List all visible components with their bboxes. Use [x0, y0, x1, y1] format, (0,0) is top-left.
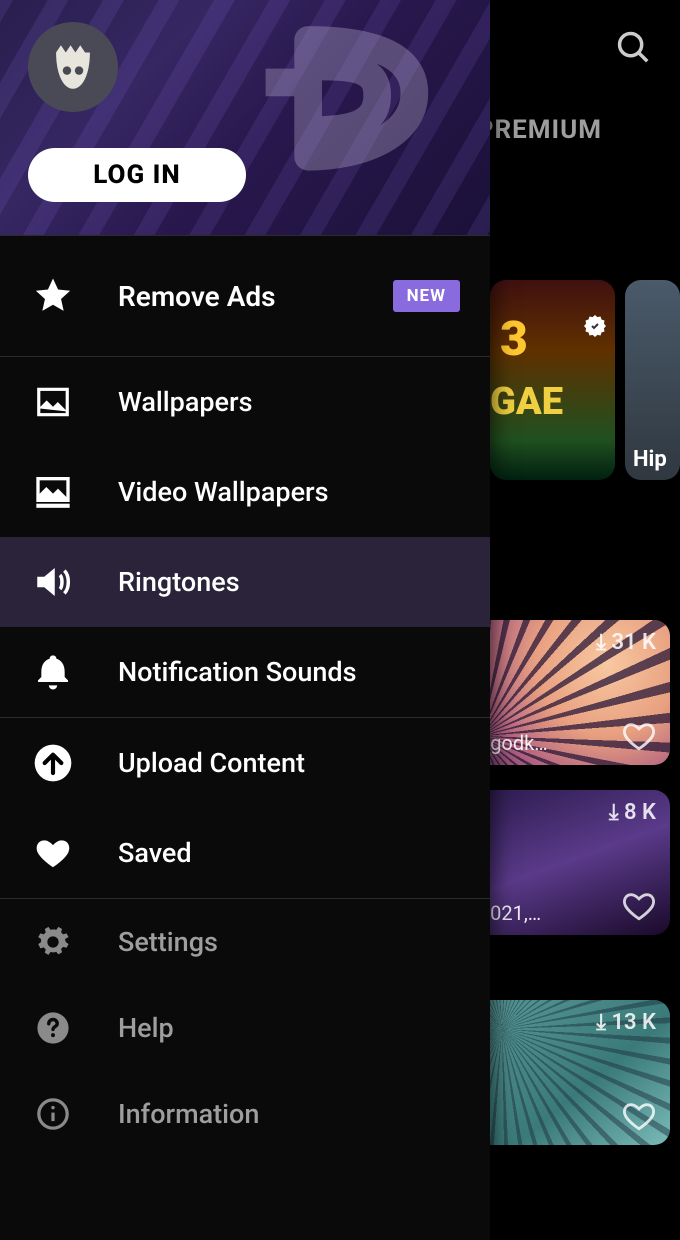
menu-label: Video Wallpapers [118, 476, 328, 508]
menu-label: Remove Ads [118, 280, 276, 313]
wallpaper-tile[interactable]: ⤓ 31 K yagodk… [460, 620, 670, 765]
image-icon [30, 379, 76, 425]
menu-information[interactable]: Information [0, 1071, 490, 1157]
menu-video-wallpapers[interactable]: Video Wallpapers [0, 447, 490, 537]
app-root: PREMIUM 3 GAE Hip ⤓ 31 K yagodk… ⤓ 8 K ,… [0, 0, 680, 1240]
menu-label: Saved [118, 837, 192, 869]
download-count: ⤓ 31 K [596, 630, 656, 655]
star-icon [30, 273, 76, 319]
menu-settings[interactable]: Settings [0, 899, 490, 985]
wallpaper-tile[interactable]: ⤓ 13 K [460, 1000, 670, 1145]
search-icon[interactable] [614, 28, 652, 66]
heart-icon[interactable] [622, 1099, 656, 1133]
login-button[interactable]: LOG IN [28, 148, 246, 202]
avatar[interactable] [28, 22, 118, 112]
genre-tile-reggae[interactable]: 3 GAE [490, 280, 615, 480]
menu-label: Settings [118, 926, 218, 958]
tile-text: GAE [490, 380, 563, 424]
menu-label: Upload Content [118, 747, 305, 779]
tile-text: 3 [500, 310, 528, 367]
speaker-icon [30, 559, 76, 605]
menu-upload-content[interactable]: Upload Content [0, 718, 490, 808]
menu-remove-ads[interactable]: Remove Ads NEW [0, 236, 490, 356]
gear-icon [30, 919, 76, 965]
menu-label: Ringtones [118, 566, 240, 598]
help-icon [30, 1005, 76, 1051]
menu-label: Wallpapers [118, 386, 252, 418]
heart-icon [30, 830, 76, 876]
app-logo [230, 8, 450, 178]
verified-icon [583, 314, 607, 338]
menu-saved[interactable]: Saved [0, 808, 490, 898]
info-icon [30, 1091, 76, 1137]
menu-ringtones[interactable]: Ringtones [0, 537, 490, 627]
menu-label: Help [118, 1012, 174, 1044]
heart-icon[interactable] [622, 719, 656, 753]
wallpaper-tile[interactable]: ⤓ 8 K , 2021,… [460, 790, 670, 935]
menu-label: Information [118, 1098, 259, 1130]
tile-label: Hip [633, 447, 667, 472]
menu-wallpapers[interactable]: Wallpapers [0, 357, 490, 447]
heart-icon[interactable] [622, 889, 656, 923]
navigation-drawer: LOG IN Remove Ads NEW Wallpapers [0, 0, 490, 1240]
video-wallpaper-icon [30, 469, 76, 515]
drawer-menu: Remove Ads NEW Wallpapers Video Wallpape… [0, 235, 490, 1157]
tab-premium[interactable]: PREMIUM [477, 115, 602, 145]
new-badge: NEW [393, 280, 460, 312]
genre-tile-hiphop[interactable]: Hip [625, 280, 680, 480]
drawer-header: LOG IN [0, 0, 490, 235]
download-count: ⤓ 8 K [609, 800, 656, 825]
menu-label: Notification Sounds [118, 656, 357, 688]
menu-help[interactable]: Help [0, 985, 490, 1071]
bell-icon [30, 649, 76, 695]
menu-notification-sounds[interactable]: Notification Sounds [0, 627, 490, 717]
download-count: ⤓ 13 K [596, 1010, 656, 1035]
upload-icon [30, 740, 76, 786]
